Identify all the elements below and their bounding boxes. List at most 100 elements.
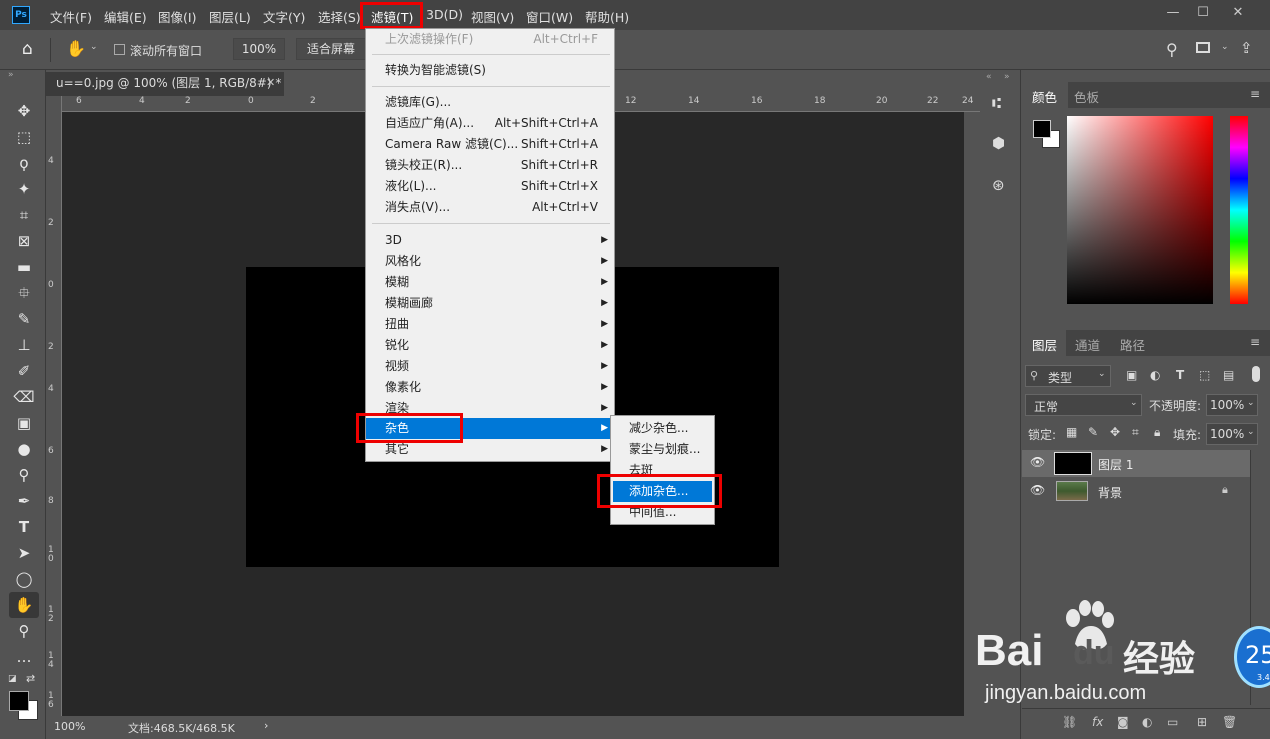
foreground-color-swatch[interactable] [9, 691, 29, 711]
menu-item-distort[interactable]: 扭曲 ▶ [366, 314, 614, 335]
dodge-tool-icon[interactable]: ⚲ [12, 464, 36, 486]
maximize-button[interactable]: ☐ [1190, 4, 1216, 22]
fit-screen-button[interactable]: 适合屏幕 [296, 38, 366, 60]
frame-tool-icon[interactable]: ⊠ [12, 230, 36, 252]
history-brush-icon[interactable]: ✐ [12, 360, 36, 382]
adjustment-layer-icon[interactable]: ◐ [1142, 715, 1152, 729]
menu-item-convert-smart[interactable]: 转换为智能滤镜(S) [366, 60, 614, 81]
eye-icon[interactable]: 👁︎ [1030, 455, 1045, 469]
move-tool-icon[interactable]: ✥ [12, 100, 36, 122]
hue-slider[interactable] [1230, 116, 1248, 304]
fx-icon[interactable]: fx [1092, 715, 1103, 729]
swap-colors-icon[interactable]: ⇄ [26, 672, 35, 685]
home-icon[interactable]: ⌂ [22, 39, 33, 59]
3d-panel-icon[interactable]: ⬢ [992, 134, 1005, 152]
tab-color[interactable]: 颜色 [1022, 82, 1068, 108]
hand-tool-icon[interactable]: ✋ [66, 39, 86, 58]
share-icon[interactable]: ⇪ [1240, 39, 1253, 57]
close-button[interactable]: ✕ [1225, 4, 1251, 22]
mask-icon[interactable]: ◙ [1117, 715, 1129, 729]
tab-swatches[interactable]: 色板 [1068, 82, 1112, 108]
lock-all-icon[interactable]: 🔒︎ [1154, 425, 1160, 440]
workspace-icon[interactable] [1196, 42, 1210, 53]
type-tool-icon[interactable]: T [12, 516, 36, 538]
zoom-100-button[interactable]: 100% [233, 38, 285, 60]
eye-icon[interactable]: 👁︎ [1030, 483, 1045, 497]
filter-adjust-icon[interactable]: ◐ [1150, 368, 1160, 382]
menu-item-reduce-noise[interactable]: 减少杂色... [611, 418, 714, 439]
path-select-icon[interactable]: ➤ [12, 542, 36, 564]
brush-tool-icon[interactable]: ✎ [12, 308, 36, 330]
minimize-button[interactable]: — [1160, 4, 1186, 22]
ruler-tool-icon[interactable]: ▬ [12, 256, 36, 278]
menu-3d[interactable]: 3D(D) [426, 7, 463, 22]
menu-item-sharpen[interactable]: 锐化 ▶ [366, 335, 614, 356]
hand-tool-icon[interactable]: ✋ [9, 592, 39, 618]
close-tab-icon[interactable]: ✕ [266, 72, 275, 94]
chevron-down-icon[interactable]: ⌄ [1221, 42, 1229, 52]
document-tab[interactable]: u==0.jpg @ 100% (图层 1, RGB/8#) * ✕ [46, 72, 284, 96]
lock-paint-icon[interactable]: ✎ [1088, 425, 1098, 439]
layer-row[interactable]: 👁︎ 图层 1 [1022, 450, 1250, 477]
blend-mode-select[interactable]: 正常 ⌄ [1025, 394, 1142, 416]
menu-item-filter-gallery[interactable]: 滤镜库(G)... [366, 92, 614, 113]
fill-input[interactable]: 100% ⌄ [1206, 423, 1258, 445]
zoom-tool-icon[interactable]: ⚲ [12, 620, 36, 642]
panel-menu-icon[interactable]: ≡ [1250, 335, 1260, 349]
status-arrow-icon[interactable]: › [264, 719, 268, 732]
filter-shape-icon[interactable]: ⬚ [1199, 368, 1210, 382]
ellipse-tool-icon[interactable]: ◯ [12, 568, 36, 590]
default-colors-icon[interactable]: ◪ [8, 674, 17, 684]
menu-item-lens-correction[interactable]: 镜头校正(R)... Shift+Ctrl+R [366, 155, 614, 176]
filter-kind-select[interactable]: ⚲ 类型 ⌄ [1025, 365, 1111, 387]
stamp-tool-icon[interactable]: ⊥ [12, 334, 36, 356]
lock-pixels-icon[interactable]: ▦ [1066, 425, 1077, 439]
menu-item-blur-gallery[interactable]: 模糊画廊 ▶ [366, 293, 614, 314]
adjust-panel-icon[interactable]: ⊛ [992, 176, 1005, 194]
menu-item-3d[interactable]: 3D ▶ [366, 230, 614, 251]
gradient-tool-icon[interactable]: ▣ [12, 412, 36, 434]
collapse-icon[interactable]: » [8, 70, 14, 80]
healing-tool-icon[interactable]: ⯐ [12, 282, 36, 304]
opacity-input[interactable]: 100% ⌄ [1206, 394, 1258, 416]
new-layer-icon[interactable]: ⊞ [1197, 715, 1207, 729]
menu-item-blur[interactable]: 模糊 ▶ [366, 272, 614, 293]
history-panel-icon[interactable]: ⑆ [992, 94, 1001, 112]
menu-select[interactable]: 选择(S) [318, 7, 361, 26]
expand-icon[interactable]: » [1004, 72, 1010, 82]
menu-item-camera-raw[interactable]: Camera Raw 滤镜(C)... Shift+Ctrl+A [366, 134, 614, 155]
menu-item-liquify[interactable]: 液化(L)... Shift+Ctrl+X [366, 176, 614, 197]
chevron-down-icon[interactable]: ⌄ [90, 42, 98, 52]
layer-row[interactable]: 👁︎ 背景 🔒︎ [1022, 478, 1250, 505]
menu-type[interactable]: 文字(Y) [263, 7, 305, 26]
tab-paths[interactable]: 路径 [1120, 335, 1145, 354]
collapse-icon[interactable]: « [986, 72, 992, 82]
menu-item-adaptive-wide[interactable]: 自适应广角(A)... Alt+Shift+Ctrl+A [366, 113, 614, 134]
color-field[interactable] [1067, 116, 1213, 304]
filter-smart-icon[interactable]: ▤ [1223, 368, 1234, 382]
panel-menu-icon[interactable]: ≡ [1250, 87, 1260, 101]
search-icon[interactable]: ⚲ [1166, 40, 1178, 59]
menu-help[interactable]: 帮助(H) [585, 7, 629, 26]
foreground-color-swatch[interactable] [1033, 120, 1051, 138]
menu-item-pixelate[interactable]: 像素化 ▶ [366, 377, 614, 398]
eraser-tool-icon[interactable]: ⌫ [12, 386, 36, 408]
blur-tool-icon[interactable]: ● [12, 438, 36, 460]
marquee-tool-icon[interactable]: ⬚ [12, 126, 36, 148]
link-layers-icon[interactable]: ⛓︎ [1062, 715, 1077, 729]
filter-type-icon[interactable]: T [1176, 368, 1184, 382]
lock-position-icon[interactable]: ✥ [1110, 425, 1120, 439]
menu-item-vanishing-point[interactable]: 消失点(V)... Alt+Ctrl+V [366, 197, 614, 218]
menu-item-dust-scratches[interactable]: 蒙尘与划痕... [611, 439, 714, 460]
tab-layers[interactable]: 图层 [1022, 330, 1066, 356]
menu-layer[interactable]: 图层(L) [209, 7, 251, 26]
filter-toggle-icon[interactable] [1252, 366, 1260, 382]
menu-image[interactable]: 图像(I) [158, 7, 196, 26]
tab-channels[interactable]: 通道 [1075, 335, 1100, 354]
lasso-tool-icon[interactable]: ϙ [12, 152, 36, 174]
trash-icon[interactable]: 🗑︎ [1222, 715, 1237, 729]
crop-tool-icon[interactable]: ⌗ [12, 204, 36, 226]
menu-edit[interactable]: 编辑(E) [104, 7, 147, 26]
menu-file[interactable]: 文件(F) [50, 7, 92, 26]
more-tools-icon[interactable]: … [12, 646, 36, 668]
